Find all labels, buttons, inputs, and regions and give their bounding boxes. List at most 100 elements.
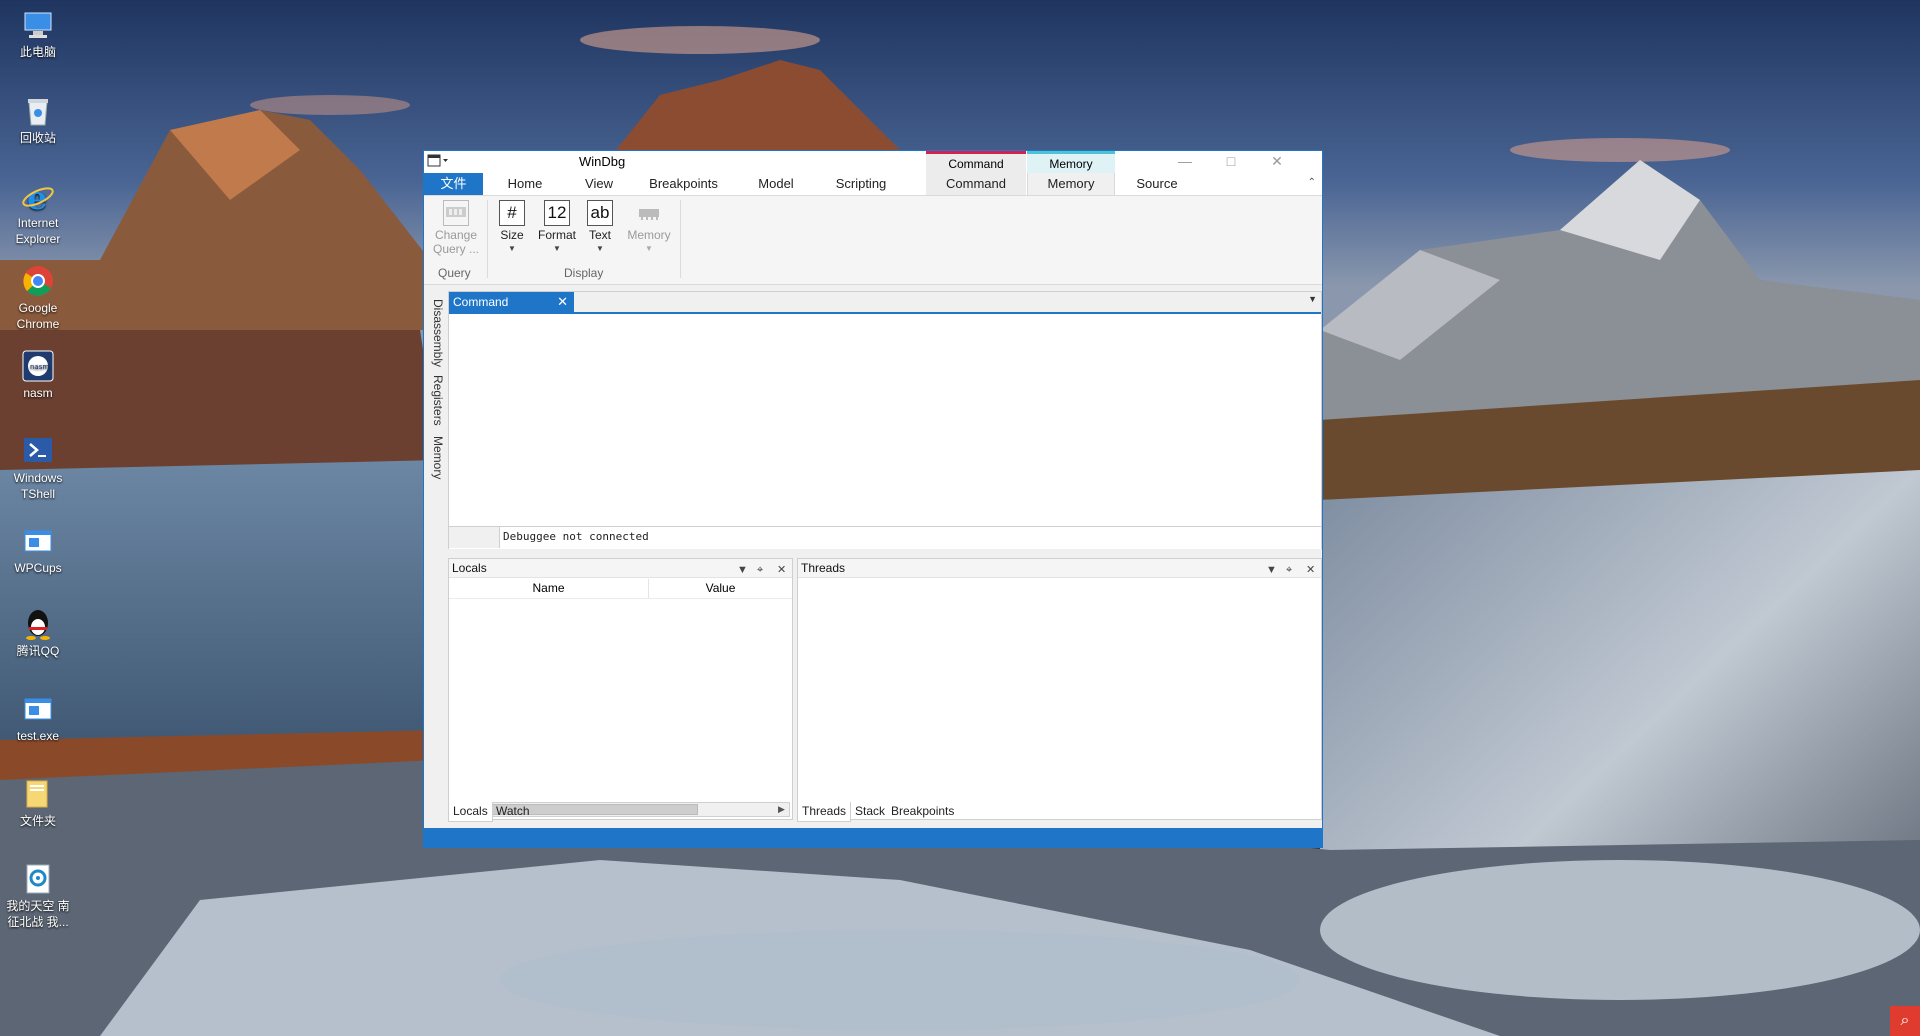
chevron-down-icon: ▼ bbox=[508, 244, 516, 253]
threads-bottom-tabs: Threads Stack Breakpoints bbox=[797, 802, 1322, 822]
tab-locals[interactable]: Locals bbox=[448, 802, 493, 822]
desktop-icon-label: 此电脑 bbox=[19, 45, 56, 59]
desktop-icon-nasm[interactable]: nasm nasm bbox=[0, 345, 76, 401]
command-pane: Command ✕ ▼ Debuggee not connected bbox=[448, 291, 1322, 549]
app-icon bbox=[21, 692, 55, 726]
internet-explorer-icon: e bbox=[21, 179, 55, 217]
size-button[interactable]: # Size ▼ bbox=[494, 200, 530, 256]
side-tab-registers[interactable]: Registers bbox=[427, 372, 445, 428]
tab-model[interactable]: Model bbox=[736, 173, 816, 195]
threads-pane: Threads ▼ ⌖ ✕ bbox=[797, 558, 1322, 820]
maximize-button[interactable]: □ bbox=[1208, 151, 1254, 173]
quick-access-toolbar[interactable] bbox=[427, 154, 449, 168]
tab-threads[interactable]: Threads bbox=[797, 802, 852, 822]
format-label: Format bbox=[537, 228, 576, 242]
locals-bottom-tabs: Locals Watch bbox=[448, 802, 793, 822]
side-tab-disassembly[interactable]: Disassembly bbox=[427, 298, 445, 368]
change-query-button[interactable]: Change Query ... bbox=[430, 200, 482, 256]
ribbon-group-query: Query bbox=[438, 266, 471, 280]
nasm-icon: nasm bbox=[21, 349, 55, 383]
size-label: Size bbox=[500, 228, 524, 242]
command-input-bar[interactable]: Debuggee not connected bbox=[449, 526, 1321, 549]
tab-source[interactable]: Source bbox=[1115, 173, 1199, 195]
app-icon bbox=[21, 524, 55, 558]
command-status-text: Debuggee not connected bbox=[503, 530, 649, 543]
desktop-icon-wpcups[interactable]: WPCups bbox=[0, 520, 76, 576]
command-prompt bbox=[449, 527, 500, 548]
desktop-icon-powershell[interactable]: Windows TShell bbox=[0, 430, 76, 502]
context-group-command: Command bbox=[926, 151, 1026, 173]
side-tab-memory[interactable]: Memory bbox=[427, 432, 445, 484]
game-icon bbox=[21, 862, 55, 896]
desktop-icon-internet-explorer[interactable]: e Internet Explorer bbox=[0, 175, 76, 247]
desktop-icon-game[interactable]: 我的天空 南征北战 我... bbox=[0, 858, 76, 930]
desktop-icon-label: Windows TShell bbox=[13, 471, 63, 501]
status-bar bbox=[424, 828, 1322, 847]
close-button[interactable]: ✕ bbox=[1254, 151, 1300, 173]
chevron-down-icon[interactable]: ▼ bbox=[1266, 561, 1277, 579]
tab-command-document[interactable]: Command ✕ bbox=[449, 292, 574, 312]
desktop-icon-label: 文件夹 bbox=[19, 814, 56, 828]
desktop-icon-label: Google Chrome bbox=[16, 301, 60, 331]
tab-watch[interactable]: Watch bbox=[492, 802, 534, 822]
command-output[interactable] bbox=[449, 314, 1321, 526]
desktop-icon-computer[interactable]: 此电脑 bbox=[0, 4, 76, 60]
desktop-icon-qq[interactable]: 腾讯QQ bbox=[0, 603, 76, 659]
memory-chip-icon bbox=[636, 200, 662, 226]
collapse-ribbon-icon[interactable]: ⌃ bbox=[1308, 177, 1316, 188]
tab-file[interactable]: 文件 bbox=[424, 173, 483, 195]
pin-icon[interactable]: ⌖ bbox=[1286, 561, 1292, 579]
memory-label: Memory bbox=[627, 228, 671, 242]
column-header-name[interactable]: Name bbox=[449, 579, 649, 598]
desktop-icon-recycle-bin[interactable]: 回收站 bbox=[0, 90, 76, 146]
ribbon-separator bbox=[680, 200, 681, 278]
minimize-button[interactable]: — bbox=[1162, 151, 1208, 173]
tab-breakpoints[interactable]: Breakpoints bbox=[631, 173, 736, 195]
close-icon[interactable]: ✕ bbox=[557, 292, 568, 312]
format-button[interactable]: 12 Format ▼ bbox=[534, 200, 580, 256]
desktop-icon-chrome[interactable]: Google Chrome bbox=[0, 260, 76, 332]
locals-pane: Locals ▼ ⌖ ✕ Name Value ◀ ▶ bbox=[448, 558, 793, 820]
close-icon[interactable]: ✕ bbox=[1306, 561, 1315, 579]
recycle-bin-icon bbox=[21, 94, 55, 128]
text-icon: ab bbox=[587, 200, 613, 226]
desktop-icon-label: test.exe bbox=[16, 729, 60, 743]
tab-command[interactable]: Command bbox=[926, 173, 1026, 195]
tab-stack[interactable]: Stack bbox=[851, 802, 889, 822]
desktop-icon-folder[interactable]: 文件夹 bbox=[0, 773, 76, 829]
tab-breakpoints-pane[interactable]: Breakpoints bbox=[887, 802, 958, 822]
memory-button[interactable]: Memory ▼ bbox=[622, 200, 676, 256]
chevron-down-icon: ▼ bbox=[645, 244, 653, 253]
ribbon-group-display: Display bbox=[564, 266, 604, 280]
search-icon[interactable]: ⌕ bbox=[1890, 1006, 1920, 1036]
change-query-icon bbox=[443, 200, 469, 226]
hash-icon: # bbox=[499, 200, 525, 226]
tab-home[interactable]: Home bbox=[483, 173, 567, 195]
desktop-icon-test-exe[interactable]: test.exe bbox=[0, 688, 76, 744]
desktop-icon-label: Internet Explorer bbox=[15, 216, 61, 246]
desktop-icon-label: 我的天空 南征北战 我... bbox=[6, 899, 70, 929]
locals-column-headers: Name Value bbox=[449, 579, 792, 599]
tab-list-dropdown-icon[interactable]: ▼ bbox=[1308, 294, 1317, 304]
svg-text:e: e bbox=[27, 179, 47, 213]
chevron-down-icon: ▼ bbox=[553, 244, 561, 253]
window-title: WinDbg bbox=[579, 154, 626, 169]
threads-pane-header: Threads ▼ ⌖ ✕ bbox=[798, 559, 1321, 578]
chevron-down-icon: ▼ bbox=[596, 244, 604, 253]
side-panel-strip: Disassembly Registers Memory bbox=[425, 292, 447, 492]
ribbon-tabs: 文件 Home View Breakpoints Model Scripting… bbox=[424, 173, 1322, 196]
tab-memory[interactable]: Memory bbox=[1027, 173, 1115, 195]
title-bar[interactable]: WinDbg Command Memory — □ ✕ bbox=[424, 151, 1322, 173]
svg-text:nasm: nasm bbox=[30, 363, 49, 371]
column-header-value[interactable]: Value bbox=[649, 579, 792, 598]
close-icon[interactable]: ✕ bbox=[777, 561, 786, 579]
pin-icon[interactable]: ⌖ bbox=[757, 561, 763, 579]
tab-scripting[interactable]: Scripting bbox=[816, 173, 906, 195]
chevron-down-icon[interactable]: ▼ bbox=[737, 561, 748, 579]
document-tabs: Command ✕ ▼ bbox=[449, 292, 1321, 314]
text-button[interactable]: ab Text ▼ bbox=[582, 200, 618, 256]
desktop-icon-label: WPCups bbox=[14, 561, 62, 575]
tab-view[interactable]: View bbox=[567, 173, 631, 195]
desktop-icon-label: nasm bbox=[23, 386, 53, 400]
desktop-icon-label: 回收站 bbox=[19, 131, 56, 145]
